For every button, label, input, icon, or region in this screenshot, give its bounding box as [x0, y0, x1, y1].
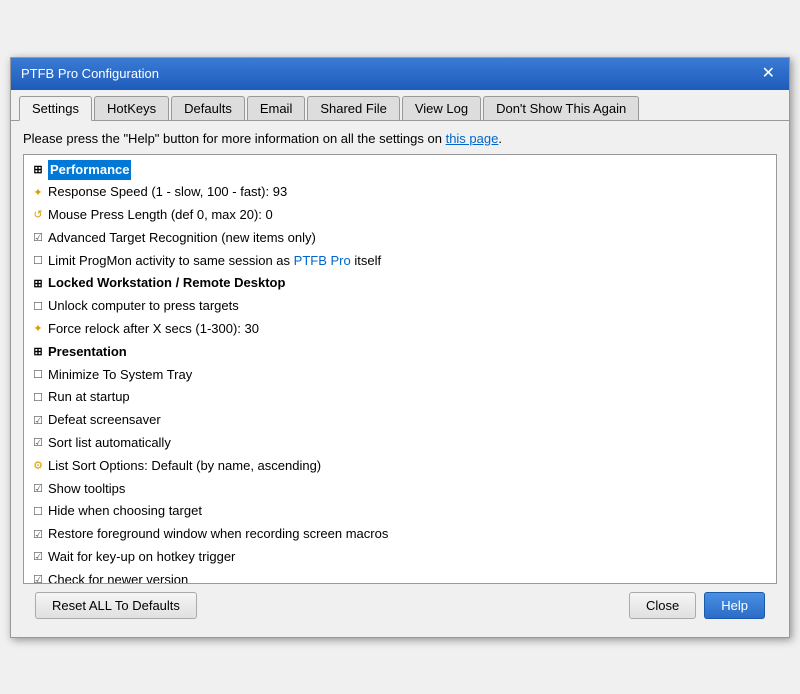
list-item: ☑ Advanced Target Recognition (new items… — [28, 227, 772, 250]
checkbox-checked-icon: ☑ — [30, 572, 46, 583]
help-link[interactable]: this page — [446, 131, 499, 146]
category-performance: ⊞ Performance — [28, 159, 772, 182]
checkbox-checked-icon: ☑ — [30, 549, 46, 565]
checkbox-unchecked-icon: ☐ — [30, 253, 46, 269]
checkbox-unchecked-icon: ☐ — [30, 299, 46, 315]
footer-left: Reset ALL To Defaults — [35, 592, 197, 619]
list-item: ☐ Minimize To System Tray — [28, 364, 772, 387]
list-item: ☐ Hide when choosing target — [28, 500, 772, 523]
list-item: ☑ Show tooltips — [28, 478, 772, 501]
tab-hotkeys[interactable]: HotKeys — [94, 96, 169, 120]
list-item: ☐ Unlock computer to press targets — [28, 295, 772, 318]
list-item: ⚙ List Sort Options: Default (by name, a… — [28, 455, 772, 478]
list-item: ☑ Defeat screensaver — [28, 409, 772, 432]
checkbox-unchecked-icon: ☐ — [30, 367, 46, 383]
tab-sharedfile[interactable]: Shared File — [307, 96, 399, 120]
gear-icon: ✦ — [30, 321, 46, 337]
checkbox-unchecked-icon: ☐ — [30, 504, 46, 520]
title-bar: PTFB Pro Configuration ✕ — [11, 58, 789, 90]
close-button[interactable]: Close — [629, 592, 696, 619]
checkbox-checked-icon: ☑ — [30, 413, 46, 429]
help-text: Please press the "Help" button for more … — [23, 131, 777, 146]
star-icon: ✦ — [30, 185, 46, 201]
list-item: ☑ Restore foreground window when recordi… — [28, 523, 772, 546]
main-window: PTFB Pro Configuration ✕ Settings HotKey… — [10, 57, 790, 638]
category-icon: ⊞ — [30, 162, 46, 178]
tab-email[interactable]: Email — [247, 96, 306, 120]
checkbox-checked-icon: ☑ — [30, 230, 46, 246]
list-item: ☑ Wait for key-up on hotkey trigger — [28, 546, 772, 569]
reset-button[interactable]: Reset ALL To Defaults — [35, 592, 197, 619]
settings-content: Please press the "Help" button for more … — [11, 121, 789, 637]
list-item: ↺ Mouse Press Length (def 0, max 20): 0 — [28, 204, 772, 227]
footer: Reset ALL To Defaults Close Help — [23, 584, 777, 627]
gear-icon: ⚙ — [30, 458, 46, 474]
list-item: ✦ Force relock after X secs (1-300): 30 — [28, 318, 772, 341]
checkbox-checked-icon: ☑ — [30, 435, 46, 451]
category-presentation: ⊞ Presentation — [28, 341, 772, 364]
category-locked: ⊞ Locked Workstation / Remote Desktop — [28, 272, 772, 295]
close-window-button[interactable]: ✕ — [758, 66, 779, 82]
list-item: ☑ Sort list automatically — [28, 432, 772, 455]
tab-dontshow[interactable]: Don't Show This Again — [483, 96, 639, 120]
ptfb-link[interactable]: PTFB Pro — [294, 253, 351, 268]
footer-right: Close Help — [629, 592, 765, 619]
checkbox-checked-icon: ☑ — [30, 481, 46, 497]
tab-bar: Settings HotKeys Defaults Email Shared F… — [11, 90, 789, 121]
category-icon: ⊞ — [30, 276, 46, 292]
help-button[interactable]: Help — [704, 592, 765, 619]
arrow-icon: ↺ — [30, 207, 46, 223]
tab-defaults[interactable]: Defaults — [171, 96, 245, 120]
list-item: ✦ Response Speed (1 - slow, 100 - fast):… — [28, 181, 772, 204]
list-item: ☑ Check for newer version — [28, 569, 772, 584]
settings-panel[interactable]: ⊞ Performance ✦ Response Speed (1 - slow… — [23, 154, 777, 584]
settings-list: ⊞ Performance ✦ Response Speed (1 - slow… — [24, 155, 776, 584]
tab-viewlog[interactable]: View Log — [402, 96, 481, 120]
list-item: ☐ Run at startup — [28, 386, 772, 409]
list-item: ☐ Limit ProgMon activity to same session… — [28, 250, 772, 273]
checkbox-checked-icon: ☑ — [30, 527, 46, 543]
window-title: PTFB Pro Configuration — [21, 66, 159, 81]
category-label: Performance — [48, 160, 131, 181]
category-icon: ⊞ — [30, 344, 46, 360]
tab-settings[interactable]: Settings — [19, 96, 92, 121]
checkbox-unchecked-icon: ☐ — [30, 390, 46, 406]
